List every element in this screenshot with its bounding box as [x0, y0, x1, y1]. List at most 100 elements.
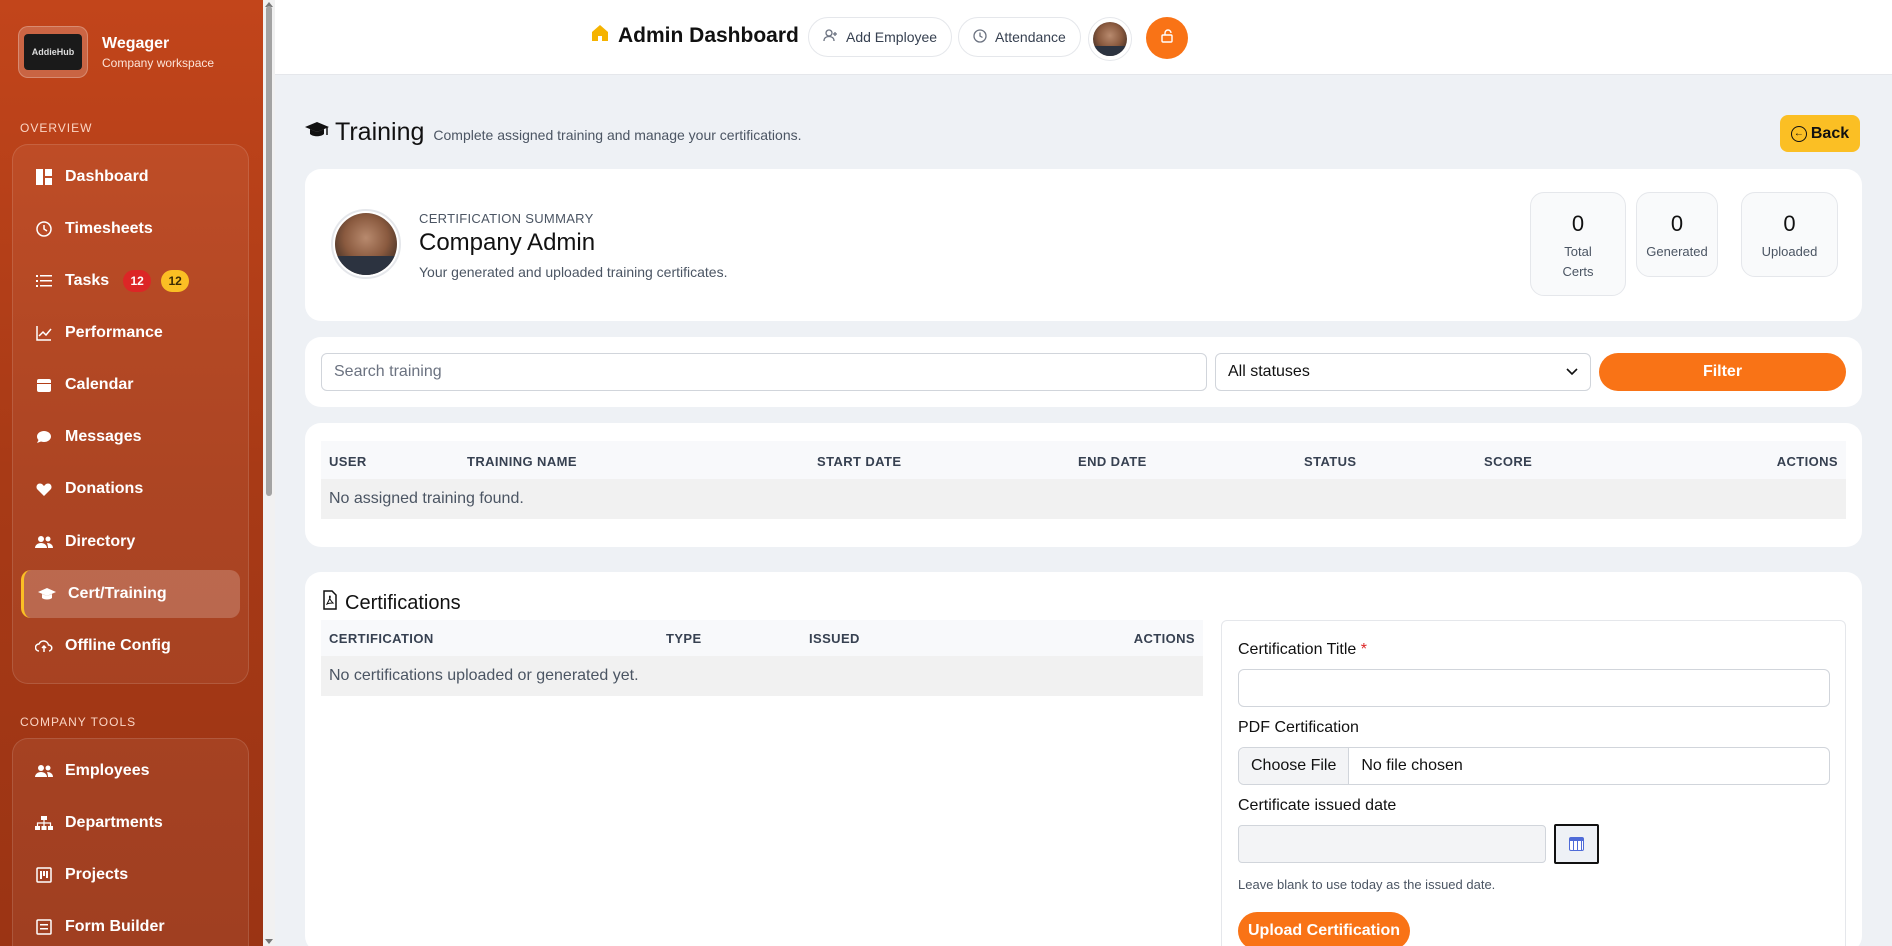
upload-certification-button[interactable]: Upload Certification: [1238, 912, 1410, 946]
status-select[interactable]: All statuses: [1215, 353, 1591, 391]
sidebar-item-tasks[interactable]: Tasks 12 12: [21, 257, 240, 305]
tasks-badge-red: 12: [123, 270, 152, 292]
certifications-card: Certifications CERTIFICATION TYPE ISSUED…: [305, 572, 1862, 946]
sidebar-item-directory[interactable]: Directory: [21, 518, 240, 566]
sidebar-item-label: Cert/Training: [68, 585, 167, 602]
file-status-text: No file chosen: [1361, 757, 1463, 774]
upload-certification-form: Certification Title * PDF Certification …: [1221, 620, 1846, 946]
filter-button[interactable]: Filter: [1599, 353, 1846, 391]
page-header: Training Complete assigned training and …: [305, 118, 802, 147]
chart-line-icon: [35, 324, 53, 342]
admin-dashboard-title: Admin Dashboard: [618, 24, 799, 47]
column-header: ACTIONS: [1133, 631, 1195, 646]
unlock-icon: [1160, 29, 1174, 47]
avatar-image: [1093, 22, 1127, 56]
column-header: ISSUED: [809, 631, 860, 646]
sidebar-item-messages[interactable]: Messages: [21, 413, 240, 461]
calendar-icon: [1569, 837, 1584, 851]
column-header: ACTIONS: [1776, 454, 1838, 469]
home-icon: [591, 24, 609, 48]
pdf-certification-label: PDF Certification: [1238, 719, 1359, 736]
pdf-file-icon: [322, 590, 345, 616]
stat-label: Generated: [1646, 244, 1708, 259]
stat-generated: 0 Generated: [1636, 192, 1718, 277]
calendar-icon: [35, 376, 53, 394]
people-icon: [35, 762, 53, 780]
filter-card: All statuses Filter: [305, 337, 1862, 407]
issued-date-hint: Leave blank to use today as the issued d…: [1238, 877, 1496, 892]
certification-title-label-text: Certification Title: [1238, 641, 1357, 658]
sidebar-item-departments[interactable]: Departments: [21, 799, 240, 847]
certifications-empty-row: No certifications uploaded or generated …: [321, 656, 1203, 696]
sidebar-item-employees[interactable]: Employees: [21, 747, 240, 795]
sidebar-item-label: Departments: [65, 814, 163, 831]
sidebar-item-calendar[interactable]: Calendar: [21, 361, 240, 409]
sidebar-item-dashboard[interactable]: Dashboard: [21, 153, 240, 201]
stat-uploaded: 0 Uploaded: [1741, 192, 1838, 277]
date-picker-button[interactable]: [1554, 824, 1599, 864]
sidebar-scrollbar[interactable]: [263, 0, 275, 946]
profile-avatar: [331, 209, 401, 279]
brand-logo: AddieHub: [18, 26, 88, 78]
user-avatar[interactable]: [1088, 17, 1132, 61]
sidebar-item-label: Form Builder: [65, 918, 165, 935]
sidebar-item-offline-config[interactable]: Offline Config: [21, 622, 240, 670]
sidebar-item-label: Messages: [65, 428, 142, 445]
attendance-label: Attendance: [995, 29, 1066, 45]
chevron-down-icon: [1566, 363, 1578, 381]
sidebar-item-label: Dashboard: [65, 168, 149, 185]
stat-value: 0: [1670, 211, 1684, 236]
certifications-title-text: Certifications: [345, 591, 461, 614]
sidebar-item-label: Donations: [65, 480, 144, 497]
choose-file-button[interactable]: Choose File: [1239, 748, 1350, 784]
summary-description: Your generated and uploaded training cer…: [419, 264, 728, 280]
brand-name: Wegager: [102, 34, 170, 52]
sidebar-item-label: Offline Config: [65, 637, 171, 654]
stat-label-line-2: Certs: [1562, 264, 1594, 279]
clock-icon: [35, 220, 53, 238]
issued-date-input[interactable]: [1238, 825, 1546, 863]
sidebar-item-cert-training[interactable]: Cert/Training: [21, 570, 240, 618]
add-employee-button[interactable]: Add Employee: [808, 17, 953, 57]
sidebar-item-label: Tasks: [65, 272, 110, 289]
status-select-value: All statuses: [1228, 363, 1310, 380]
pdf-file-input[interactable]: Choose File No file chosen: [1238, 747, 1830, 785]
form-icon: [35, 918, 53, 936]
sitemap-icon: [35, 814, 53, 832]
column-header: START DATE: [817, 454, 902, 469]
avatar-image: [335, 213, 397, 275]
overview-nav-group: Dashboard Timesheets Tasks 12 12 Perform…: [12, 144, 249, 684]
graduation-cap-icon: [38, 585, 56, 603]
sidebar-item-donations[interactable]: Donations: [21, 465, 240, 513]
issued-date-label: Certificate issued date: [1238, 797, 1397, 814]
sidebar-item-timesheets[interactable]: Timesheets: [21, 205, 240, 253]
attendance-button[interactable]: Attendance: [958, 17, 1081, 57]
back-button[interactable]: ← Back: [1780, 115, 1860, 152]
search-training-input[interactable]: [321, 353, 1207, 391]
column-header: USER: [329, 454, 367, 469]
clock-icon: [973, 28, 987, 46]
page-title: Training: [335, 118, 425, 146]
certification-summary-card: CERTIFICATION SUMMARY Company Admin Your…: [305, 169, 1862, 321]
summary-name: Company Admin: [419, 229, 596, 256]
column-header: CERTIFICATION: [329, 631, 434, 646]
sidebar-item-label: Directory: [65, 533, 136, 550]
sidebar-item-label: Projects: [65, 866, 129, 883]
topbar: Admin Dashboard Add Employee Attendance: [275, 0, 1892, 75]
training-empty-row: No assigned training found.: [321, 479, 1846, 519]
column-header: TRAINING NAME: [467, 454, 577, 469]
stat-label-line-1: Total: [1564, 244, 1592, 259]
scrollbar-thumb[interactable]: [266, 6, 272, 496]
back-label: Back: [1810, 124, 1850, 142]
scroll-down-arrow-icon[interactable]: [265, 939, 273, 944]
brand-logo-text: AddieHub: [24, 34, 82, 70]
sidebar-item-projects[interactable]: Projects: [21, 851, 240, 899]
logout-button[interactable]: [1146, 17, 1188, 59]
add-employee-label: Add Employee: [846, 29, 938, 45]
sidebar-item-performance[interactable]: Performance: [21, 309, 240, 357]
sidebar-item-form-builder[interactable]: Form Builder: [21, 903, 240, 946]
brand[interactable]: AddieHub Wegager Company workspace: [18, 26, 214, 78]
company-tools-nav-group: Employees Departments Projects Form Buil…: [12, 738, 249, 946]
company-tools-section-title: COMPANY TOOLS: [20, 715, 137, 729]
certification-title-input[interactable]: [1238, 669, 1830, 707]
